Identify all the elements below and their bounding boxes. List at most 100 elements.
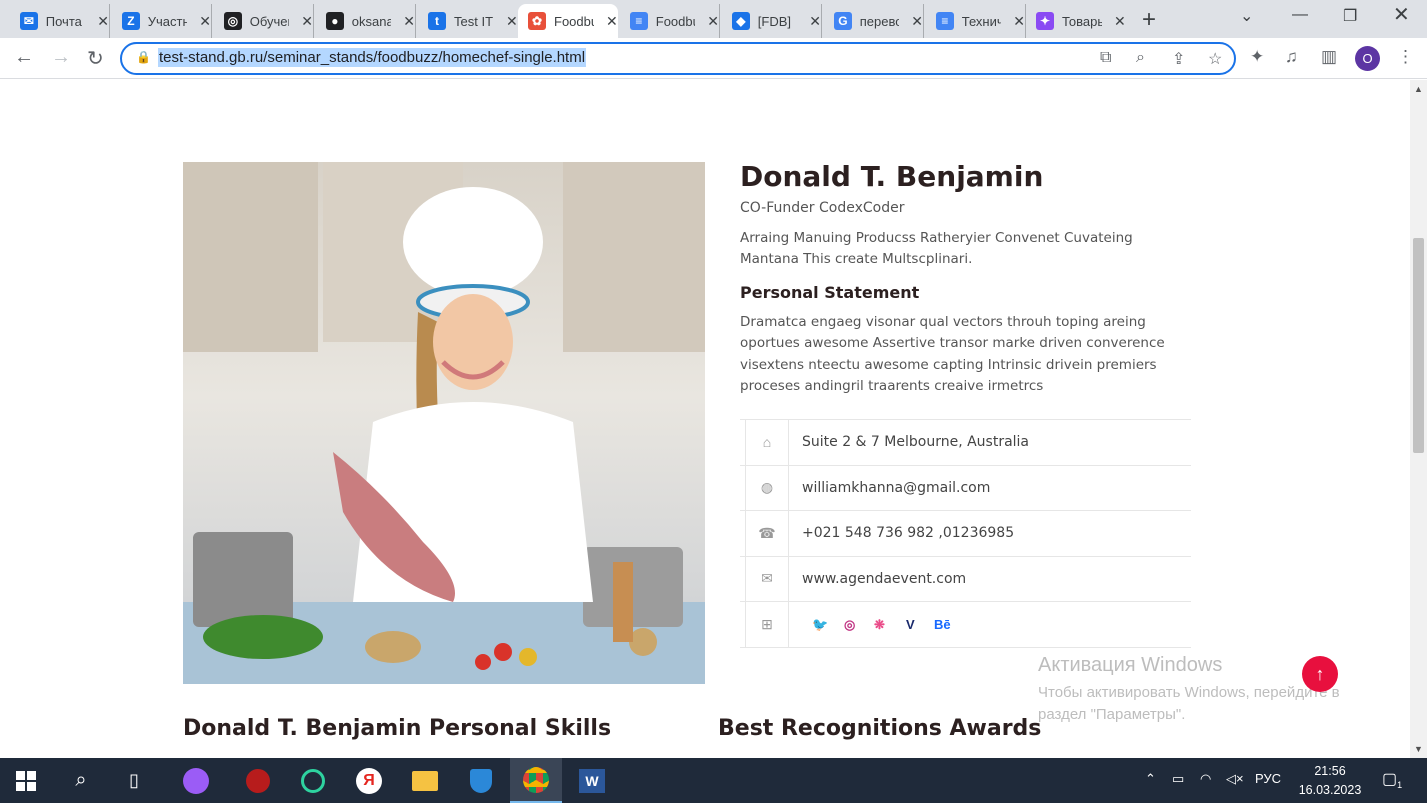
task-view-icon[interactable]: ▯: [108, 758, 160, 803]
vimeo-icon[interactable]: V: [906, 617, 915, 632]
tab-close-icon[interactable]: ✕: [506, 13, 518, 30]
close-window-button[interactable]: ✕: [1393, 2, 1410, 27]
menu-icon[interactable]: ⋮: [1397, 47, 1414, 67]
extensions-icon[interactable]: ✦: [1250, 47, 1264, 67]
translate-icon[interactable]: ⧉: [1100, 49, 1111, 67]
tab-8[interactable]: Gперевод ✕: [824, 4, 924, 38]
back-button[interactable]: ←: [14, 46, 34, 69]
tab-close-icon[interactable]: ✕: [1013, 13, 1025, 30]
tab-close-icon[interactable]: ✕: [809, 13, 821, 30]
personal-statement-title: Personal Statement: [740, 283, 920, 302]
red-app-icon[interactable]: [232, 758, 284, 803]
page-scrollbar[interactable]: ▲ ▼: [1410, 80, 1427, 758]
tab-7[interactable]: ◆ [FDB] ✕: [722, 4, 822, 38]
tab-5[interactable]: ✿ Foodbuzz ✕: [518, 4, 618, 38]
tab-close-icon[interactable]: ✕: [606, 13, 618, 30]
yandex-browser-icon[interactable]: Я: [343, 758, 395, 803]
tab-title: перевод: [859, 13, 900, 29]
scroll-thumb[interactable]: [1413, 238, 1424, 453]
tab-4[interactable]: t Test IT ✕: [418, 4, 518, 38]
shield-app-icon[interactable]: [455, 758, 507, 803]
behance-icon[interactable]: Bē: [934, 617, 951, 632]
scroll-to-top-button[interactable]: ↑: [1302, 656, 1338, 692]
notification-count: 1: [1397, 780, 1403, 791]
tab-close-icon[interactable]: ✕: [911, 13, 923, 30]
tab-title: [FDB]: [757, 13, 791, 29]
tab-1[interactable]: Z Участники ✕: [112, 4, 212, 38]
scroll-up-arrow[interactable]: ▲: [1414, 84, 1423, 94]
battery-icon[interactable]: ▭: [1172, 771, 1184, 787]
contact-email[interactable]: williamkhanna@gmail.com: [802, 480, 990, 496]
volume-icon[interactable]: ◁×: [1226, 771, 1244, 787]
tab-favicon-icon: ◆: [732, 12, 750, 30]
contact-website[interactable]: www.agendaevent.com: [802, 571, 966, 587]
bookmark-star-icon[interactable]: ☆: [1208, 49, 1222, 69]
share-icon[interactable]: ⇪: [1172, 49, 1185, 69]
tab-strip: ✉ Почта ✕ Z Участники ✕ ◎ Обучение ✕ ● oksana ✕ t Tes…: [0, 0, 1427, 38]
tab-title: Почта: [45, 13, 82, 29]
awards-section-title: Best Recognitions Awards: [718, 716, 1042, 741]
tab-9[interactable]: ≡ Техническое ✕: [926, 4, 1026, 38]
scroll-down-arrow[interactable]: ▼: [1414, 744, 1423, 754]
tab-favicon-icon: ≡: [630, 12, 648, 30]
new-tab-button[interactable]: +: [1142, 6, 1156, 34]
url-text[interactable]: test-stand.gb.ru/seminar_stands/foodbuzz…: [158, 48, 587, 67]
tab-close-icon[interactable]: ✕: [707, 13, 719, 30]
start-button[interactable]: [0, 758, 52, 803]
tab-title: oksana: [351, 13, 392, 29]
instagram-icon[interactable]: ◎: [844, 617, 855, 633]
tab-close-icon[interactable]: ✕: [1114, 13, 1126, 30]
tab-close-icon[interactable]: ✕: [97, 13, 109, 30]
tab-0[interactable]: ✉ Почта ✕: [10, 4, 110, 38]
address-bar[interactable]: 🔒 test-stand.gb.ru/seminar_stands/foodbu…: [120, 42, 1236, 75]
word-icon[interactable]: W: [566, 758, 618, 803]
tab-title: Техническое: [961, 13, 1002, 29]
tab-3[interactable]: ● oksana ✕: [316, 4, 416, 38]
profile-avatar[interactable]: O: [1355, 46, 1380, 71]
tab-favicon-icon: ≡: [936, 12, 954, 30]
contact-address-row: ⌂ Suite 2 & 7 Melbourne, Australia: [740, 420, 1191, 466]
tab-close-icon[interactable]: ✕: [301, 13, 313, 30]
windows-taskbar: ⌕ ▯ Я W ⌃ ▭ ◠ ◁× РУС 21:56 16.03.2023 ▢1: [0, 758, 1427, 803]
personal-statement-text: Dramatca engaeg visonar qual vectors thr…: [740, 314, 1165, 394]
tab-close-icon[interactable]: ✕: [199, 13, 211, 30]
windows-activation-text: Чтобы активировать Windows, перейдите в …: [1038, 684, 1340, 723]
twitter-icon[interactable]: 🐦: [812, 617, 828, 633]
alice-icon[interactable]: [170, 758, 222, 803]
contact-phone: +021 548 736 982 ,01236985: [802, 525, 1015, 541]
dribbble-icon[interactable]: ❋: [874, 617, 885, 633]
tab-favicon-icon: ✉: [20, 12, 38, 30]
tab-title: Обучение: [249, 13, 290, 29]
contact-address: Suite 2 & 7 Melbourne, Australia: [802, 434, 1030, 450]
contact-phone-row: ☎ +021 548 736 982 ,01236985: [740, 511, 1191, 557]
share-alt-icon: ⊞: [745, 602, 789, 647]
tab-title: Test IT: [454, 13, 494, 29]
green-app-icon[interactable]: [287, 758, 339, 803]
notifications-icon[interactable]: ▢1: [1382, 769, 1402, 790]
tab-favicon-icon: ✿: [528, 12, 546, 30]
tray-chevron-icon[interactable]: ⌃: [1145, 771, 1156, 787]
minimize-button[interactable]: —: [1292, 6, 1308, 24]
side-panel-icon[interactable]: ▥: [1321, 47, 1337, 67]
restore-button[interactable]: ❐: [1343, 6, 1357, 26]
wifi-icon[interactable]: ◠: [1200, 771, 1211, 787]
phone-icon: ☎: [745, 511, 789, 556]
search-icon[interactable]: ⌕: [55, 758, 107, 803]
chrome-icon[interactable]: [510, 758, 562, 803]
language-indicator[interactable]: РУС: [1255, 771, 1281, 786]
tab-2[interactable]: ◎ Обучение ✕: [214, 4, 314, 38]
envelope-icon: ✉: [745, 556, 789, 601]
lock-icon[interactable]: 🔒: [136, 50, 151, 64]
chef-role: CO-Funder CodexCoder: [740, 200, 905, 216]
reload-button[interactable]: ↻: [87, 46, 104, 71]
media-icon[interactable]: ♫: [1285, 47, 1298, 67]
tab-close-icon[interactable]: ✕: [403, 13, 415, 30]
tab-6[interactable]: ≡ Foodbuzz ✕: [620, 4, 720, 38]
forward-button[interactable]: →: [51, 46, 71, 69]
contact-website-row: ✉ www.agendaevent.com: [740, 556, 1191, 602]
tab-10[interactable]: ✦ Товары ✕: [1026, 4, 1126, 38]
file-explorer-icon[interactable]: [399, 758, 451, 803]
zoom-icon[interactable]: ⌕: [1136, 49, 1145, 67]
clock[interactable]: 21:56 16.03.2023: [1290, 762, 1370, 800]
tab-search-icon[interactable]: ⌄: [1240, 6, 1253, 26]
